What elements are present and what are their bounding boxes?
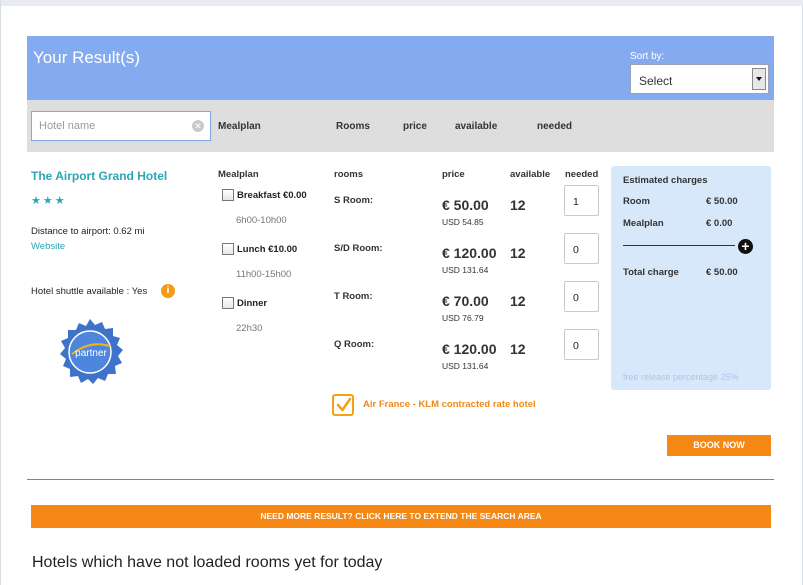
check-icon <box>336 397 352 412</box>
meal-label: Dinner <box>237 298 268 309</box>
room-type: Q Room: <box>334 339 375 350</box>
room-price: € 120.00 <box>442 341 497 357</box>
room-available: 12 <box>510 197 526 213</box>
shuttle-info: Hotel shuttle available : Yes <box>31 286 148 297</box>
estimated-charges-panel: Estimated charges Room € 50.00 Mealplan … <box>611 166 771 390</box>
estimate-mealplan-label: Mealplan <box>623 218 664 229</box>
info-icon[interactable]: i <box>161 284 175 298</box>
room-needed-input[interactable] <box>571 291 599 305</box>
contracted-rate-label: Air France - KLM contracted rate hotel <box>363 399 536 410</box>
estimate-mealplan-value: € 0.00 <box>706 218 733 229</box>
estimate-total-label: Total charge <box>623 267 679 278</box>
page-title: Your Result(s) <box>33 48 141 67</box>
room-needed-input[interactable] <box>571 195 599 209</box>
filter-header-mealplan: Mealplan <box>218 121 261 132</box>
filter-bar: ✕ Mealplan Rooms price available needed <box>27 100 774 152</box>
estimated-charges-title: Estimated charges <box>623 175 708 186</box>
filter-header-rooms: Rooms <box>336 121 370 132</box>
col-header-available: available <box>510 169 551 180</box>
estimate-divider <box>623 245 735 246</box>
meal-time: 22h30 <box>236 323 263 334</box>
room-needed-input[interactable] <box>571 339 599 353</box>
room-price: € 120.00 <box>442 245 497 261</box>
meal-time: 6h00-10h00 <box>236 215 287 226</box>
sort-label: Sort by: <box>630 51 665 62</box>
website-link[interactable]: Website <box>31 241 65 252</box>
partner-badge-icon: partner <box>60 319 123 384</box>
room-price-usd: USD 76.79 <box>442 313 484 323</box>
estimate-total-value: € 50.00 <box>706 267 738 278</box>
results-page: Your Result(s) Sort by: Select ✕ Mealpla… <box>0 0 803 585</box>
room-price: € 70.00 <box>442 293 489 309</box>
star-rating: ★★★ <box>31 195 67 207</box>
partner-badge-text: partner <box>75 348 107 359</box>
meal-checkbox-dinner[interactable] <box>222 297 234 309</box>
col-header-needed: needed <box>565 169 599 180</box>
room-needed-field[interactable] <box>564 185 599 216</box>
hotel-name-field[interactable]: ✕ <box>31 111 211 141</box>
sort-select-value: Select <box>639 74 673 88</box>
clear-icon[interactable]: ✕ <box>192 120 204 132</box>
top-strip <box>1 0 803 6</box>
room-price-usd: USD 131.64 <box>442 265 489 275</box>
col-header-price: price <box>442 169 465 180</box>
meal-checkbox-lunch[interactable] <box>222 243 234 255</box>
room-type: T Room: <box>334 291 373 302</box>
meal-label: Lunch €10.00 <box>237 244 298 255</box>
room-available: 12 <box>510 293 526 309</box>
meal-checkbox-breakfast[interactable] <box>222 189 234 201</box>
room-needed-field[interactable] <box>564 233 599 264</box>
section-divider <box>27 479 774 480</box>
room-type: S/D Room: <box>334 243 383 254</box>
col-header-rooms: rooms <box>334 169 364 180</box>
room-needed-field[interactable] <box>564 329 599 360</box>
room-price: € 50.00 <box>442 197 489 213</box>
hotel-name[interactable]: The Airport Grand Hotel <box>31 169 167 183</box>
free-release-text: free release percentage 25% <box>623 372 739 382</box>
room-available: 12 <box>510 341 526 357</box>
extend-search-button[interactable]: NEED MORE RESULT? CLICK HERE TO EXTEND T… <box>31 505 771 528</box>
filter-header-available: available <box>455 121 498 132</box>
col-header-mealplan: Mealplan <box>218 169 259 180</box>
room-needed-field[interactable] <box>564 281 599 312</box>
contracted-rate-checkbox[interactable] <box>332 394 354 416</box>
room-price-usd: USD 131.64 <box>442 361 489 371</box>
room-price-usd: USD 54.85 <box>442 217 484 227</box>
filter-header-price: price <box>403 121 427 132</box>
not-loaded-heading: Hotels which have not loaded rooms yet f… <box>32 554 383 571</box>
meal-time: 11h00-15h00 <box>236 269 292 280</box>
estimate-room-value: € 50.00 <box>706 196 738 207</box>
room-available: 12 <box>510 245 526 261</box>
meal-label: Breakfast €0.00 <box>237 190 307 201</box>
estimate-room-label: Room <box>623 196 650 207</box>
sort-select[interactable]: Select <box>630 64 769 94</box>
room-needed-input[interactable] <box>571 243 599 257</box>
distance-to-airport: Distance to airport: 0.62 mi <box>31 226 145 237</box>
hotel-name-input[interactable] <box>37 119 191 133</box>
book-now-button[interactable]: BOOK NOW <box>667 435 771 456</box>
results-header: Your Result(s) Sort by: Select <box>27 36 774 100</box>
room-type: S Room: <box>334 195 374 206</box>
filter-header-needed: needed <box>537 121 573 132</box>
chevron-down-icon[interactable] <box>752 68 766 90</box>
plus-icon[interactable]: + <box>738 239 753 254</box>
